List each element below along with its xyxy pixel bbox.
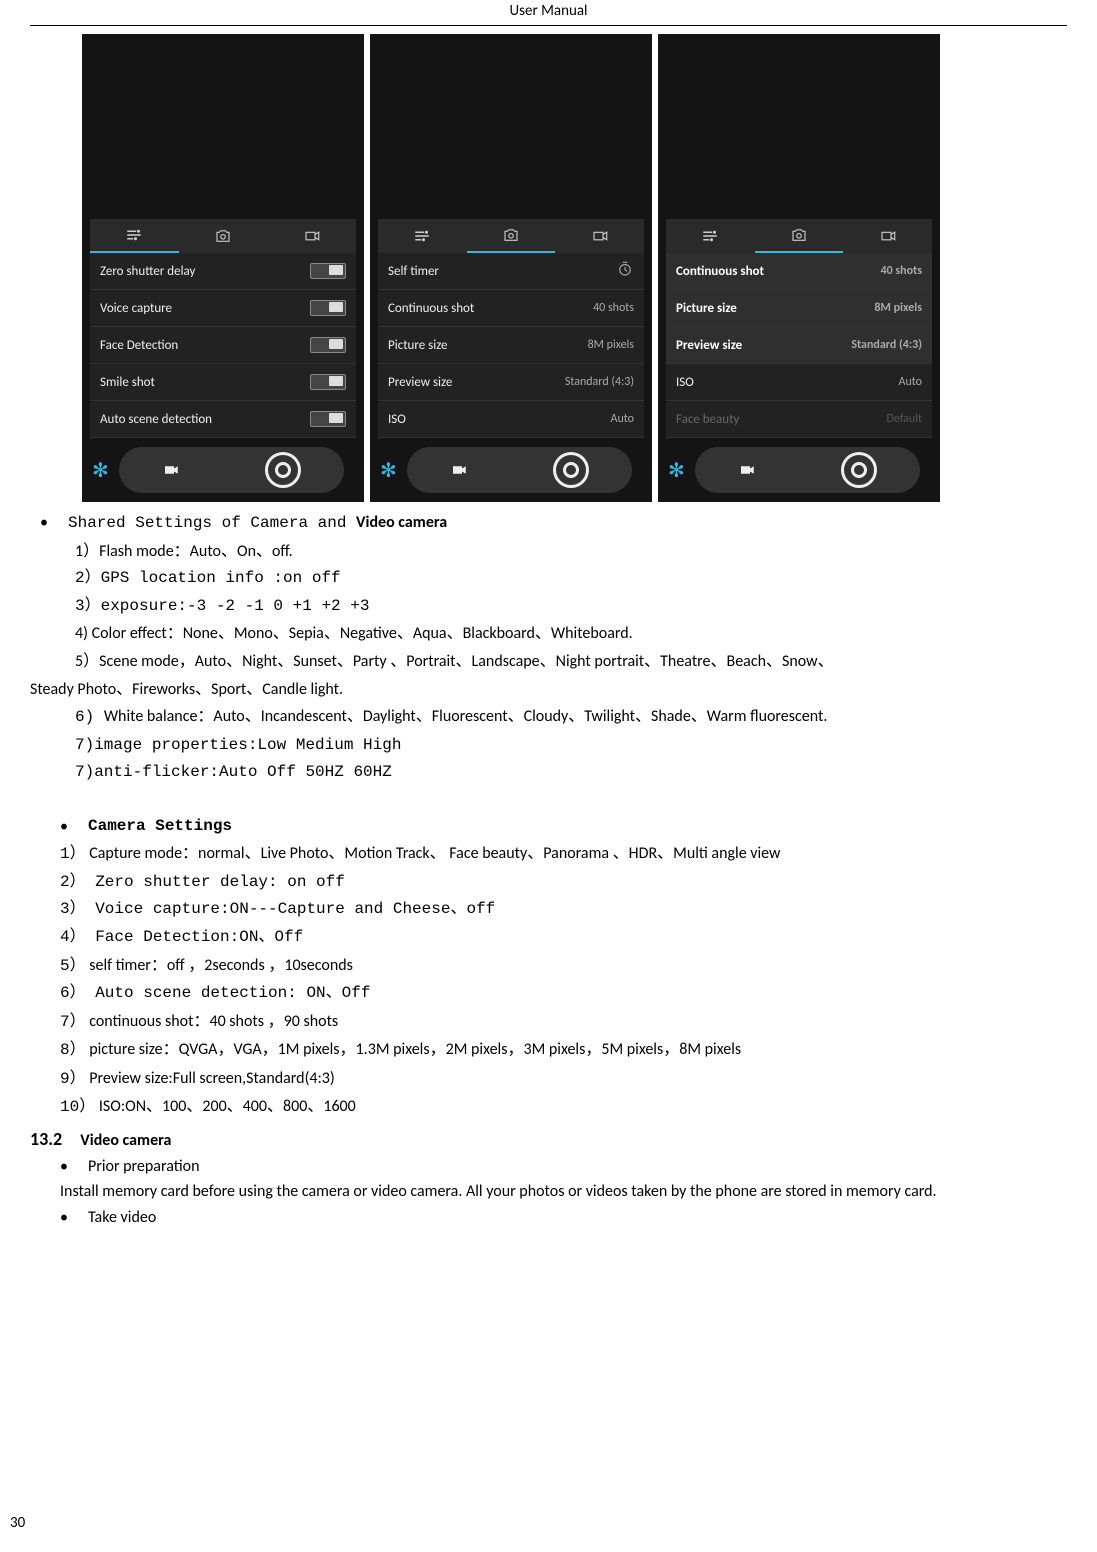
item-auto-scene: 6） Auto scene detection: ON、Off	[60, 981, 1067, 1007]
tab-sliders[interactable]	[378, 219, 467, 253]
setting-zero-shutter[interactable]: Zero shutter delay	[90, 253, 356, 290]
mode-pill[interactable]	[407, 447, 632, 493]
item-zero-shutter: 2） Zero shutter delay: on off	[60, 870, 1067, 896]
setting-continuous-shot[interactable]: Continuous shot40 shots	[378, 290, 644, 327]
setting-voice-capture[interactable]: Voice capture	[90, 290, 356, 327]
item-anti-flicker: 7)anti-flicker:Auto Off 50HZ 60HZ	[75, 760, 1067, 786]
video-icon	[450, 461, 468, 479]
item-scene-mode-cont: Steady Photo、Fireworks、Sport、Candle ligh…	[30, 677, 1067, 703]
setting-continuous-shot[interactable]: Continuous shot40 shots	[666, 253, 932, 290]
setting-preview-size[interactable]: Preview sizeStandard (4:3)	[666, 327, 932, 364]
toggle-icon[interactable]	[310, 263, 346, 279]
phone-screenshot-1: Zero shutter delay Voice capture Face De…	[82, 34, 364, 502]
setting-face-beauty[interactable]: Face beautyDefault	[666, 401, 932, 438]
setting-smile-shot[interactable]: Smile shot	[90, 364, 356, 401]
item-white-balance: 6) 6) White balance：Auto、Incandescent、Da…	[75, 704, 1067, 731]
toggle-icon[interactable]	[310, 300, 346, 316]
gear-icon[interactable]: ✻	[668, 458, 685, 483]
item-image-properties: 7)image properties:Low Medium High	[75, 733, 1067, 759]
setting-picture-size[interactable]: Picture size8M pixels	[378, 327, 644, 364]
shutter-icon[interactable]	[265, 452, 301, 488]
setting-preview-size[interactable]: Preview sizeStandard (4:3)	[378, 364, 644, 401]
item-capture-mode: 1） Capture mode：normal、Live Photo、Motion…	[60, 841, 1067, 868]
item-voice-capture: 3） Voice capture:ON---Capture and Cheese…	[60, 897, 1067, 923]
setting-iso[interactable]: ISOAuto	[666, 364, 932, 401]
tab-sliders[interactable]	[666, 219, 755, 253]
shared-settings-heading: • Shared Settings of Camera and Video ca…	[40, 510, 1067, 537]
toggle-icon[interactable]	[310, 411, 346, 427]
setting-face-detection[interactable]: Face Detection	[90, 327, 356, 364]
item-iso: 10） ISO:ON、100、200、400、800、1600	[60, 1094, 1067, 1121]
video-icon	[162, 461, 180, 479]
setting-self-timer[interactable]: Self timer	[378, 253, 644, 290]
section-13-2-heading: 13.2 Video camera	[30, 1125, 1067, 1154]
item-continuous-shot: 7） continuous shot：40 shots ，90 shots	[60, 1009, 1067, 1036]
gear-icon[interactable]: ✻	[92, 458, 109, 483]
setting-auto-scene[interactable]: Auto scene detection	[90, 401, 356, 438]
screenshot-row: Zero shutter delay Voice capture Face De…	[82, 34, 1067, 502]
camera-settings-heading: • Camera Settings	[60, 814, 1067, 840]
setting-picture-size[interactable]: Picture size8M pixels	[666, 290, 932, 327]
setting-iso[interactable]: ISOAuto	[378, 401, 644, 438]
page-number: 30	[10, 1514, 25, 1532]
item-picture-size: 8） picture size：QVGA，VGA，1M pixels，1.3M …	[60, 1037, 1067, 1064]
item-color-effect: 4) Color effect：None、Mono、Sepia、Negative…	[75, 621, 1067, 647]
timer-icon	[616, 260, 634, 282]
item-scene-mode: 5）Scene mode，Auto、Night、Sunset、Party 、Po…	[75, 649, 1067, 675]
gear-icon[interactable]: ✻	[380, 458, 397, 483]
item-gps: 2）GPS location info :on off	[75, 566, 1067, 592]
mode-pill[interactable]	[695, 447, 920, 493]
toggle-icon[interactable]	[310, 374, 346, 390]
tab-camera[interactable]	[179, 219, 268, 253]
phone-screenshot-3: Continuous shot40 shots Picture size8M p…	[658, 34, 940, 502]
video-icon	[738, 461, 756, 479]
tab-sliders[interactable]	[90, 219, 179, 253]
phone-screenshot-2: Self timer Continuous shot40 shots Pictu…	[370, 34, 652, 502]
item-preview-size: 9） Preview size:Full screen,Standard(4:3…	[60, 1066, 1067, 1093]
tab-camera[interactable]	[755, 219, 844, 253]
tab-video[interactable]	[555, 219, 644, 253]
prior-preparation-text: Install memory card before using the cam…	[60, 1179, 1067, 1205]
item-face-detection: 4） Face Detection:ON、Off	[60, 925, 1067, 951]
tab-camera[interactable]	[467, 219, 556, 253]
mode-pill[interactable]	[119, 447, 344, 493]
tab-video[interactable]	[843, 219, 932, 253]
page-header: User Manual	[30, 0, 1067, 26]
bullet-prior-preparation: •Prior preparation	[60, 1154, 1067, 1180]
shutter-icon[interactable]	[553, 452, 589, 488]
item-flash-mode: 1）Flash mode：Auto、On、off.	[75, 539, 1067, 565]
toggle-icon[interactable]	[310, 337, 346, 353]
item-self-timer: 5） self timer：off ，2seconds ，10seconds	[60, 953, 1067, 980]
tab-video[interactable]	[267, 219, 356, 253]
item-exposure: 3）exposure:-3 -2 -1 0 +1 +2 +3	[75, 594, 1067, 620]
shutter-icon[interactable]	[841, 452, 877, 488]
bullet-take-video: •Take video	[60, 1205, 1067, 1231]
